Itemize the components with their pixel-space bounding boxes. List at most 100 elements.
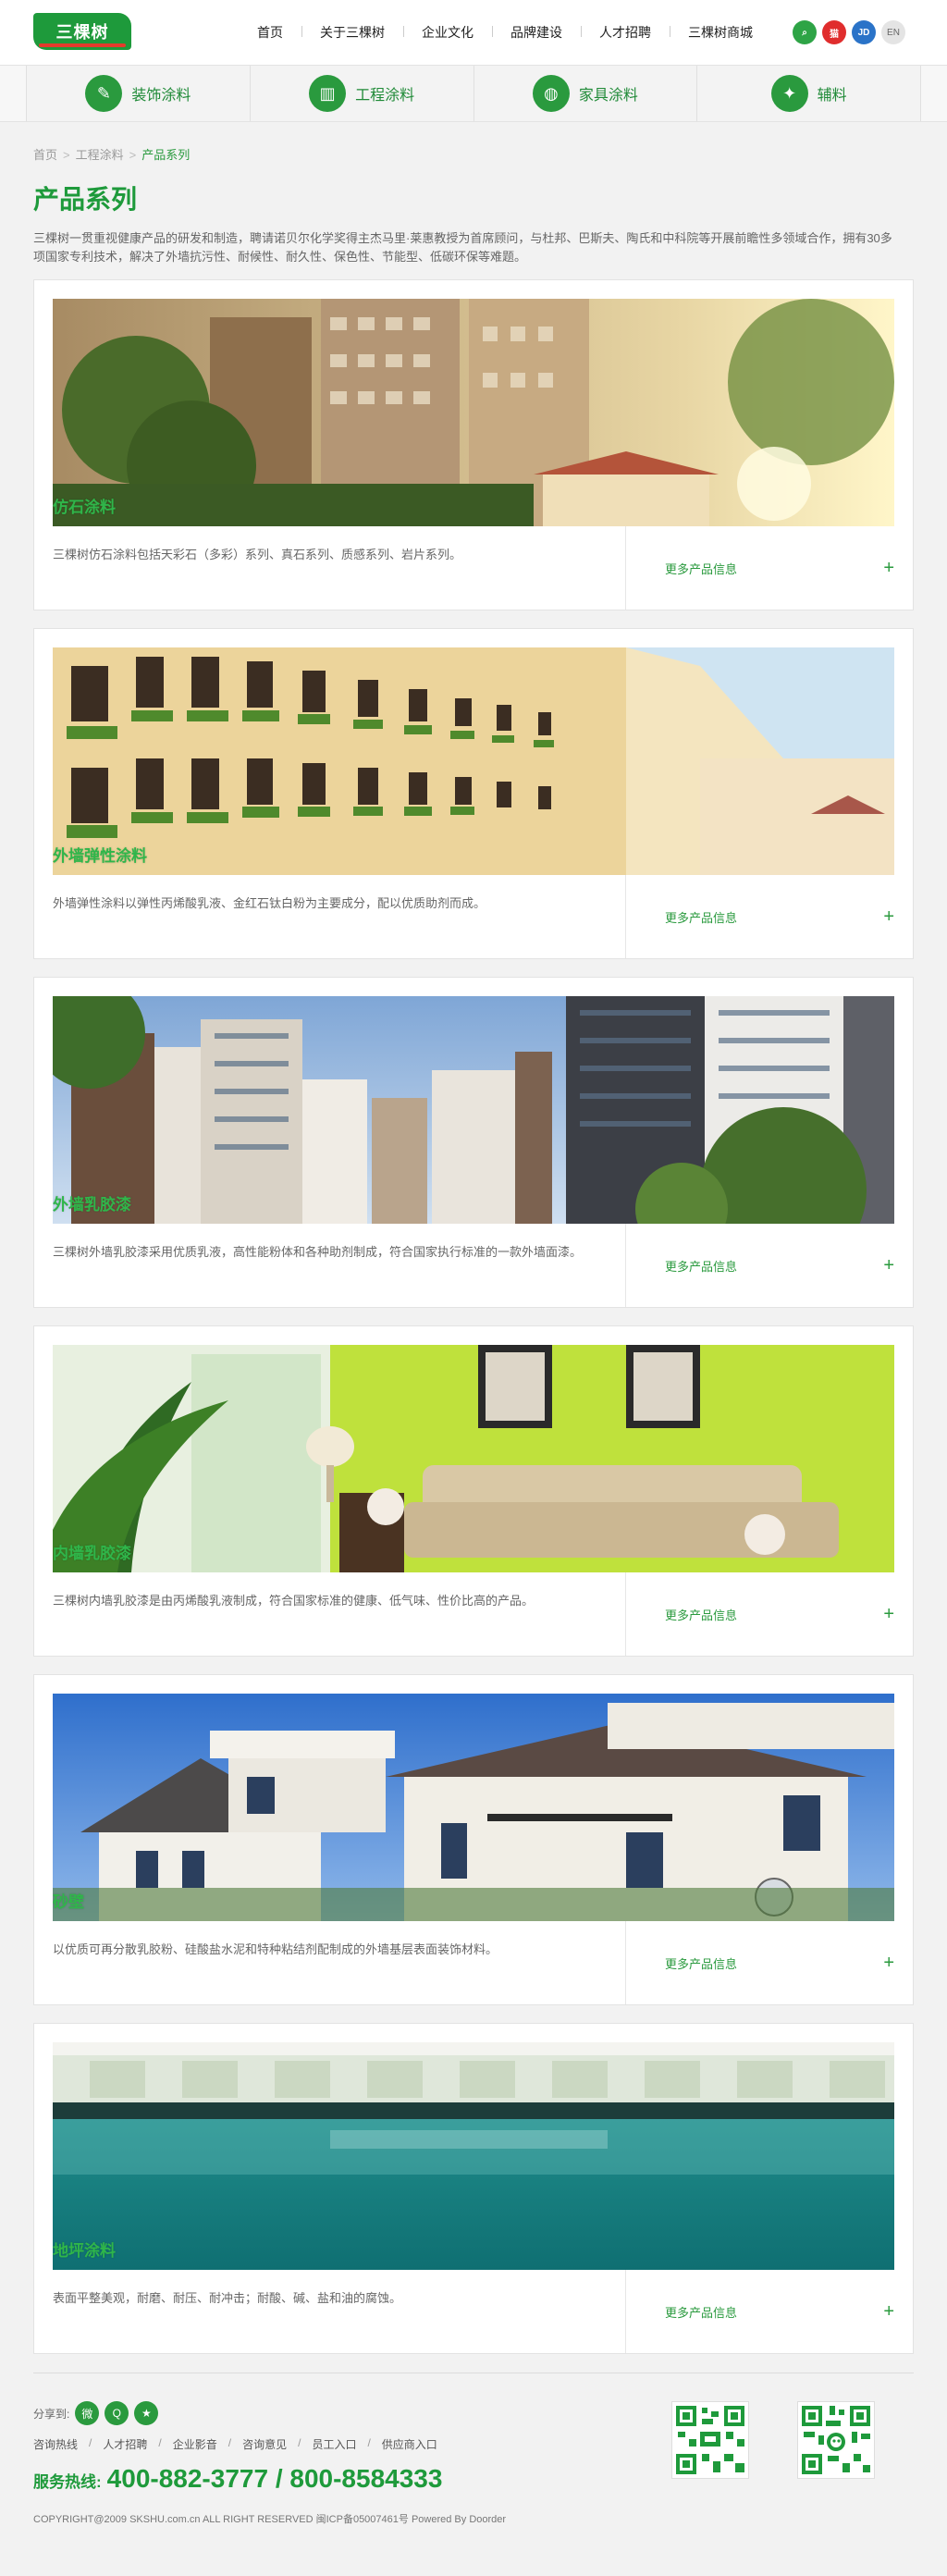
plus-icon: + bbox=[883, 2300, 894, 2322]
product-footer: 三棵树仿石涂料包括天彩石（多彩）系列、真石系列、质感系列、岩片系列。 更多产品信… bbox=[53, 526, 894, 610]
breadcrumb-engineering[interactable]: 工程涂料 bbox=[76, 148, 124, 162]
hotline-number: 400-882-3777 / 800-8584333 bbox=[106, 2464, 443, 2493]
product-description: 三棵树外墙乳胶漆采用优质乳液，高性能粉体和各种助剂制成，符合国家执行标准的一款外… bbox=[53, 1224, 626, 1307]
breadcrumb-home[interactable]: 首页 bbox=[33, 148, 57, 162]
more-info-link[interactable]: 更多产品信息 + bbox=[626, 526, 894, 610]
tool-icon: ✦ bbox=[770, 75, 808, 112]
product-card: 外墙弹性涂料 外墙弹性涂料以弹性丙烯酸乳液、金红石钛白粉为主要成分，配以优质助剂… bbox=[33, 628, 914, 959]
product-description: 三棵树内墙乳胶漆是由丙烯酸乳液制成，符合国家标准的健康、低气味、性价比高的产品。 bbox=[53, 1572, 626, 1656]
more-info-link[interactable]: 更多产品信息 + bbox=[626, 2270, 894, 2353]
product-image[interactable]: 地坪涂料 bbox=[53, 2042, 894, 2270]
breadcrumb-current: 产品系列 bbox=[141, 148, 191, 162]
product-name: 内墙乳胶漆 bbox=[53, 1545, 131, 1562]
more-info-link[interactable]: 更多产品信息 + bbox=[626, 1224, 894, 1307]
product-card: 砂壁 以优质可再分散乳胶粉、硅酸盐水泥和特种粘结剂配制成的外墙基层表面装饰材料。… bbox=[33, 1674, 914, 2005]
more-info-label: 更多产品信息 bbox=[665, 910, 738, 925]
product-image[interactable]: 仿石涂料 bbox=[53, 299, 894, 526]
footer-link-hotline[interactable]: 咨询热线 bbox=[33, 2436, 78, 2452]
nav-about[interactable]: 关于三棵树 bbox=[301, 23, 403, 42]
more-info-label: 更多产品信息 bbox=[665, 561, 738, 576]
nav-careers[interactable]: 人才招聘 bbox=[581, 23, 670, 42]
building-icon: ▥ bbox=[309, 75, 347, 112]
category-bar: ✎ 装饰涂料 ▥ 工程涂料 ◍ 家具涂料 ✦ 辅料 bbox=[0, 65, 947, 122]
product-description: 表面平整美观，耐磨、耐压、耐冲击；耐酸、碱、盐和油的腐蚀。 bbox=[53, 2270, 626, 2353]
more-info-link[interactable]: 更多产品信息 + bbox=[626, 1921, 894, 2004]
product-footer: 外墙弹性涂料以弹性丙烯酸乳液、金红石钛白粉为主要成分，配以优质助剂而成。 更多产… bbox=[53, 875, 894, 958]
category-label: 家具涂料 bbox=[578, 88, 638, 104]
product-description: 三棵树仿石涂料包括天彩石（多彩）系列、真石系列、质感系列、岩片系列。 bbox=[53, 526, 626, 610]
more-info-label: 更多产品信息 bbox=[665, 2305, 738, 2320]
nav-home[interactable]: 首页 bbox=[239, 23, 301, 42]
main-nav: 首页 关于三棵树 企业文化 品牌建设 人才招聘 三棵树商城 bbox=[239, 0, 771, 65]
product-list: 仿石涂料 三棵树仿石涂料包括天彩石（多彩）系列、真石系列、质感系列、岩片系列。 … bbox=[33, 279, 914, 2354]
category-decorative[interactable]: ✎ 装饰涂料 bbox=[26, 66, 250, 121]
product-image[interactable]: 内墙乳胶漆 bbox=[53, 1345, 894, 1572]
paint-can-icon: ◍ bbox=[532, 75, 570, 112]
hotline-label: 服务热线: bbox=[33, 2473, 102, 2491]
footer-link-media[interactable]: 企业影音 bbox=[173, 2436, 217, 2452]
qq-share-icon[interactable]: Q bbox=[105, 2401, 129, 2425]
product-footer: 三棵树外墙乳胶漆采用优质乳液，高性能粉体和各种助剂制成，符合国家执行标准的一款外… bbox=[53, 1224, 894, 1307]
product-description: 外墙弹性涂料以弹性丙烯酸乳液、金红石钛白粉为主要成分，配以优质助剂而成。 bbox=[53, 875, 626, 958]
copyright: COPYRIGHT@2009 SKSHU.com.cn ALL RIGHT RE… bbox=[33, 2514, 507, 2525]
product-footer: 以优质可再分散乳胶粉、硅酸盐水泥和特种粘结剂配制成的外墙基层表面装饰材料。 更多… bbox=[53, 1921, 894, 2004]
weibo-share-icon[interactable]: 微 bbox=[75, 2401, 100, 2425]
plus-icon: + bbox=[883, 906, 894, 927]
product-name: 砂壁 bbox=[53, 1893, 84, 1911]
header-utilities: ⌕ 猫 JD EN bbox=[793, 20, 905, 44]
product-image[interactable]: 外墙乳胶漆 bbox=[53, 996, 894, 1224]
more-info-link[interactable]: 更多产品信息 + bbox=[626, 875, 894, 958]
main-content: 首页 > 工程涂料 > 产品系列 产品系列 三棵树一贯重视健康产品的研发和制造，聘请诺贝… bbox=[0, 122, 947, 2354]
product-name: 仿石涂料 bbox=[53, 499, 116, 516]
breadcrumb-sep: > bbox=[63, 148, 70, 162]
nav-culture[interactable]: 企业文化 bbox=[403, 23, 492, 42]
product-footer: 表面平整美观，耐磨、耐压、耐冲击；耐酸、碱、盐和油的腐蚀。 更多产品信息 + bbox=[53, 2270, 894, 2353]
nav-store[interactable]: 三棵树商城 bbox=[670, 23, 771, 42]
search-icon[interactable]: ⌕ bbox=[793, 20, 817, 44]
product-description: 以优质可再分散乳胶粉、硅酸盐水泥和特种粘结剂配制成的外墙基层表面装饰材料。 bbox=[53, 1921, 626, 2004]
qr-code-mobile bbox=[671, 2401, 749, 2479]
footer-link-careers[interactable]: 人才招聘 bbox=[103, 2436, 147, 2452]
category-label: 装饰涂料 bbox=[131, 88, 191, 104]
tmall-icon[interactable]: 猫 bbox=[822, 20, 846, 44]
footer-link-sep: / bbox=[89, 2436, 92, 2449]
site-header: 三棵树 首页 关于三棵树 企业文化 品牌建设 人才招聘 三棵树商城 ⌕ 猫 JD… bbox=[0, 0, 947, 65]
footer-links: 咨询热线 / 人才招聘 / 企业影音 / 咨询意见 / 员工入口 / 供应商入口 bbox=[33, 2436, 437, 2452]
footer-link-sep: / bbox=[367, 2436, 371, 2449]
jd-icon[interactable]: JD bbox=[852, 20, 876, 44]
product-name: 外墙乳胶漆 bbox=[53, 1196, 131, 1214]
product-card: 地坪涂料 表面平整美观，耐磨、耐压、耐冲击；耐酸、碱、盐和油的腐蚀。 更多产品信… bbox=[33, 2023, 914, 2354]
category-engineering[interactable]: ▥ 工程涂料 bbox=[249, 66, 474, 121]
product-footer: 三棵树内墙乳胶漆是由丙烯酸乳液制成，符合国家标准的健康、低气味、性价比高的产品。… bbox=[53, 1572, 894, 1656]
category-label: 工程涂料 bbox=[355, 88, 415, 104]
product-name: 地坪涂料 bbox=[53, 2242, 116, 2260]
footer-link-supplier[interactable]: 供应商入口 bbox=[382, 2436, 437, 2452]
product-image[interactable]: 外墙弹性涂料 bbox=[53, 647, 894, 875]
category-label: 辅料 bbox=[817, 88, 847, 104]
site-footer: 分享到: 微 Q ★ 咨询热线 / 人才招聘 / 企业影音 / 咨询意见 / 员工入口 /… bbox=[33, 2373, 914, 2567]
service-hotline: 服务热线: 400-882-3777 / 800-8584333 bbox=[33, 2464, 442, 2494]
category-furniture[interactable]: ◍ 家具涂料 bbox=[473, 66, 697, 121]
nav-brand[interactable]: 品牌建设 bbox=[492, 23, 581, 42]
product-card: 外墙乳胶漆 三棵树外墙乳胶漆采用优质乳液，高性能粉体和各种助剂制成，符合国家执行… bbox=[33, 977, 914, 1308]
star-share-icon[interactable]: ★ bbox=[134, 2401, 159, 2425]
logo[interactable]: 三棵树 bbox=[33, 13, 131, 50]
footer-link-staff[interactable]: 员工入口 bbox=[312, 2436, 356, 2452]
plus-icon: + bbox=[883, 1254, 894, 1276]
more-info-label: 更多产品信息 bbox=[665, 1259, 738, 1274]
footer-link-feedback[interactable]: 咨询意见 bbox=[242, 2436, 287, 2452]
footer-link-sep: / bbox=[158, 2436, 162, 2449]
page-title: 产品系列 bbox=[33, 185, 138, 214]
product-name: 外墙弹性涂料 bbox=[53, 847, 147, 865]
footer-link-sep: / bbox=[298, 2436, 301, 2449]
plus-icon: + bbox=[883, 1952, 894, 1973]
footer-link-sep: / bbox=[228, 2436, 232, 2449]
category-accessories[interactable]: ✦ 辅料 bbox=[696, 66, 921, 121]
language-en-button[interactable]: EN bbox=[881, 20, 905, 44]
product-card: 仿石涂料 三棵树仿石涂料包括天彩石（多彩）系列、真石系列、质感系列、岩片系列。 … bbox=[33, 279, 914, 610]
more-info-label: 更多产品信息 bbox=[665, 1608, 738, 1622]
more-info-link[interactable]: 更多产品信息 + bbox=[626, 1572, 894, 1656]
breadcrumb: 首页 > 工程涂料 > 产品系列 bbox=[33, 122, 914, 163]
product-image[interactable]: 砂壁 bbox=[53, 1694, 894, 1921]
brush-icon: ✎ bbox=[85, 75, 123, 112]
